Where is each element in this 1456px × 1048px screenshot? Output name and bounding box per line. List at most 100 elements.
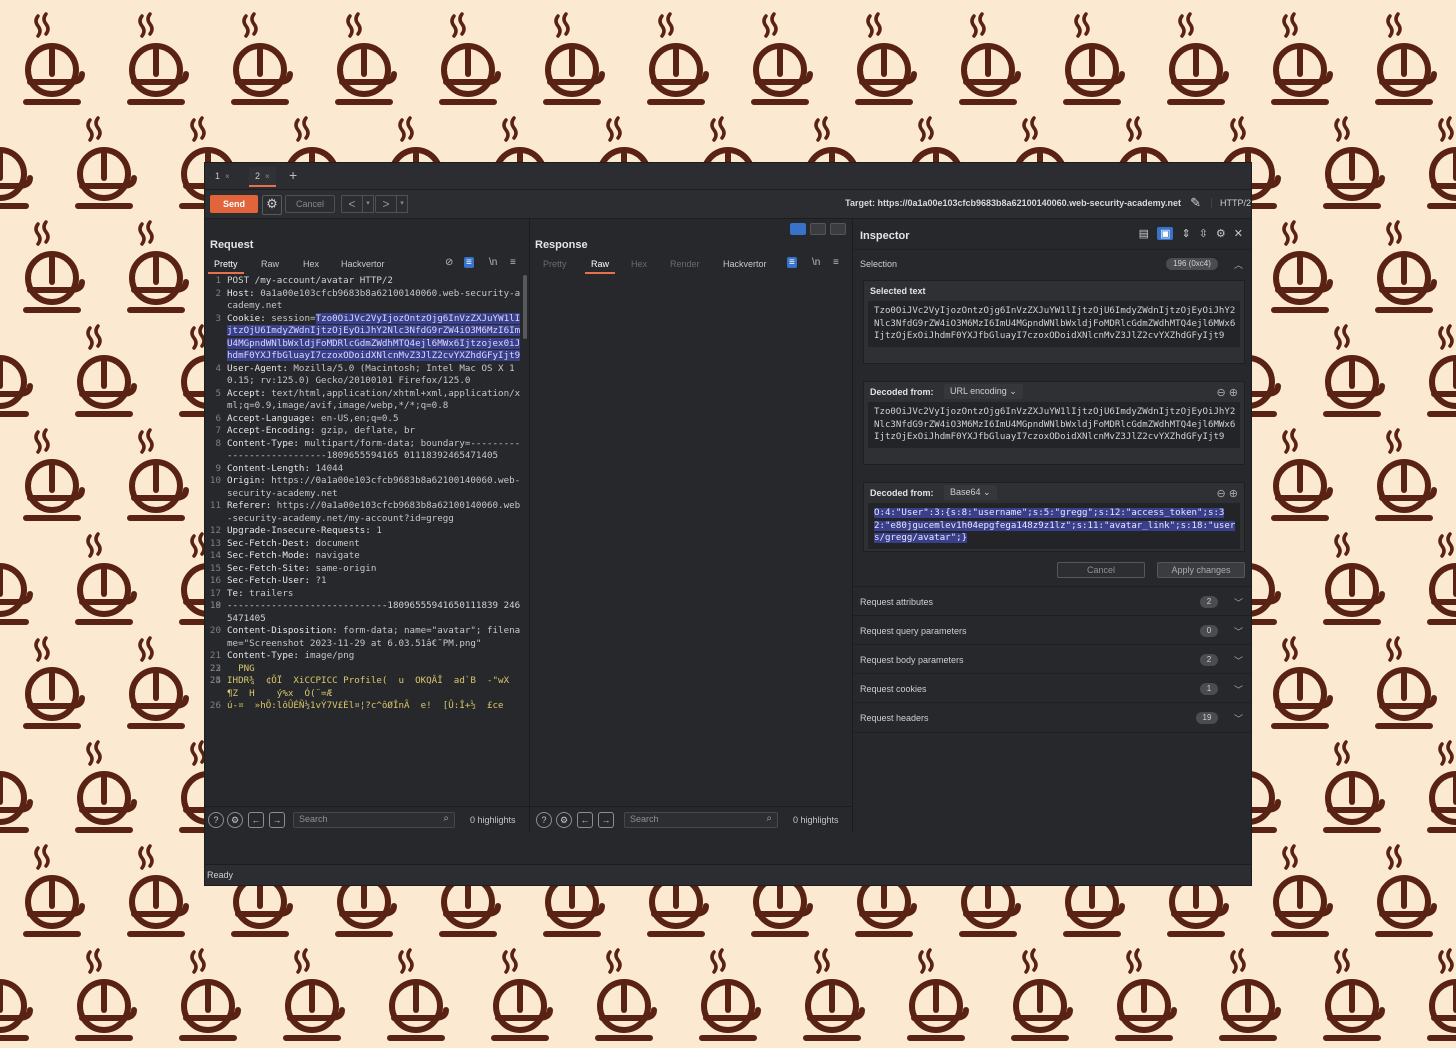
newline-toggle[interactable]: \n <box>812 257 820 268</box>
section-request-query-parameters[interactable]: Request query parameters 0 ﹀ <box>853 615 1251 645</box>
chevron-down-icon[interactable]: ﹀ <box>1234 712 1243 725</box>
editor-line: 25 IHDR¾ ¢ÕÏ XiCCPICC Profile( u OKQÂÎ ad… <box>205 675 521 700</box>
wrap-lines-icon[interactable]: ≡ <box>464 257 474 268</box>
search-icon: ⌕ <box>443 813 449 824</box>
close-icon[interactable]: × <box>225 172 230 181</box>
inspector-tools: ▤ ▣ ⇕ ⇳ ⚙ ✕ <box>1131 227 1243 240</box>
section-request-attributes[interactable]: Request attributes 2 ﹀ <box>853 586 1251 616</box>
close-icon[interactable]: × <box>265 172 270 181</box>
close-icon[interactable]: ✕ <box>1234 227 1243 240</box>
section-request-cookies[interactable]: Request cookies 1 ﹀ <box>853 673 1251 703</box>
edit-target-icon[interactable]: ✎ <box>1190 195 1201 211</box>
tab-label: 1 <box>215 171 221 181</box>
menu-icon[interactable]: ≡ <box>833 257 839 268</box>
decoding-select[interactable]: Base64 ⌄ <box>944 485 997 500</box>
layout-tabs-icon[interactable] <box>830 223 846 235</box>
tab-hackvertor[interactable]: Hackvertor <box>723 259 767 269</box>
chevron-down-icon[interactable]: ﹀ <box>1234 654 1243 667</box>
menu-icon[interactable]: ≡ <box>510 257 516 268</box>
editor-line: 5 Accept: text/html,application/xhtml+xml… <box>205 388 521 413</box>
header-name: Referer: <box>227 500 272 511</box>
newline-toggle[interactable]: \n <box>489 257 497 268</box>
chevron-up-icon[interactable]: ︿ <box>1234 258 1243 271</box>
request-editor[interactable]: 1 POST /my-account/avatar HTTP/2 2 Host: 0a… <box>205 275 521 830</box>
tab-hex[interactable]: Hex <box>631 259 647 269</box>
arrow-left-icon[interactable]: ← <box>248 812 264 828</box>
arrow-right-icon[interactable]: → <box>269 812 285 828</box>
search-input[interactable]: Search ⌕ <box>293 812 455 828</box>
hide-icon[interactable]: ⊘ <box>445 257 453 268</box>
line-number: 21 <box>209 650 221 661</box>
apply-changes-button[interactable]: Apply changes <box>1157 562 1245 578</box>
scrollbar[interactable] <box>523 275 527 339</box>
gear-icon[interactable]: ⚙ <box>556 812 572 828</box>
coffee-cup-icon <box>702 950 758 1038</box>
http-version[interactable]: HTTP/2 <box>1210 198 1251 208</box>
editor-line: 13 Sec-Fetch-Dest: document <box>205 538 521 551</box>
search-input[interactable]: Search ⌕ <box>624 812 778 828</box>
arrow-left-icon[interactable]: ← <box>577 812 593 828</box>
editor-line: 20 Content-Disposition: form-data; name="… <box>205 625 521 650</box>
editor-line: 14 Sec-Fetch-Mode: navigate <box>205 550 521 563</box>
help-icon[interactable]: ? <box>208 812 224 828</box>
selection-row[interactable]: Selection 196 (0xc4) ︿ <box>853 249 1251 276</box>
coffee-cup-icon <box>1274 638 1330 726</box>
tab-raw[interactable]: Raw <box>261 259 279 269</box>
gear-icon[interactable]: ⚙ <box>262 195 282 215</box>
coffee-cup-icon <box>286 950 342 1038</box>
card-actions: ⊖ ⊕ <box>1217 386 1239 399</box>
add-icon[interactable]: ⊕ <box>1229 488 1238 500</box>
expand-all-icon[interactable]: ⇕ <box>1181 227 1190 240</box>
coffee-cup-icon <box>1326 118 1382 206</box>
tab-hackvertor[interactable]: Hackvertor <box>341 259 385 269</box>
chevron-down-icon[interactable]: ﹀ <box>1234 683 1243 696</box>
line-number: 16 <box>209 575 221 586</box>
section-request-body-parameters[interactable]: Request body parameters 2 ﹀ <box>853 644 1251 674</box>
decoded-base64-value[interactable]: O:4:"User":3:{s:8:"username";s:5:"gregg"… <box>868 503 1240 549</box>
repeater-tab-2[interactable]: 2 × <box>249 167 276 187</box>
editor-line: 8 Content-Type: multipart/form-data; boun… <box>205 438 521 463</box>
chevron-down-icon[interactable]: ﹀ <box>1234 625 1243 638</box>
tab-raw[interactable]: Raw <box>584 259 616 274</box>
back-button[interactable]: < <box>341 195 363 213</box>
selected-text-value[interactable]: Tzo0OiJVc2VyIjozOntzOjg6InVzZXJuYW1lIjtz… <box>868 301 1240 347</box>
chevron-down-icon[interactable]: ﹀ <box>1234 596 1243 609</box>
send-button[interactable]: Send <box>210 195 258 213</box>
chevron-down-icon[interactable]: ▾ <box>396 195 408 213</box>
coffee-cup-icon <box>1430 118 1456 206</box>
gear-icon[interactable]: ⚙ <box>1216 227 1226 240</box>
repeater-tab-1[interactable]: 1 × <box>209 167 236 185</box>
add-icon[interactable]: ⊕ <box>1229 387 1238 399</box>
layout-active-icon[interactable]: ▣ <box>1157 227 1174 240</box>
gear-icon[interactable]: ⚙ <box>227 812 243 828</box>
add-tab-button[interactable]: + <box>289 167 297 183</box>
remove-icon[interactable]: ⊖ <box>1217 387 1226 399</box>
layout-split-icon[interactable] <box>790 223 806 235</box>
header-name: Content-Disposition: <box>227 625 338 636</box>
coffee-cup-icon <box>130 638 186 726</box>
wrap-lines-icon[interactable]: ≡ <box>787 257 797 268</box>
header-name: Content-Length: <box>227 462 310 474</box>
arrow-right-icon[interactable]: → <box>598 812 614 828</box>
tab-hex[interactable]: Hex <box>303 259 319 269</box>
coffee-cup-icon <box>1326 742 1382 830</box>
decoding-select[interactable]: URL encoding ⌄ <box>944 384 1023 399</box>
remove-icon[interactable]: ⊖ <box>1217 488 1226 500</box>
tab-pretty[interactable]: Pretty <box>208 259 243 274</box>
decoded-url-value[interactable]: Tzo0OiJVc2VyIjozOntzOjg6InVzZXJuYW1lIjtz… <box>868 402 1240 448</box>
section-request-headers[interactable]: Request headers 19 ﹀ <box>853 702 1251 733</box>
collapse-all-icon[interactable]: ⇳ <box>1199 227 1208 240</box>
help-icon[interactable]: ? <box>536 812 552 828</box>
forward-button[interactable]: > <box>375 195 397 213</box>
line-number: 3 <box>215 312 221 324</box>
coffee-cup-icon <box>1326 950 1382 1038</box>
cancel-changes-button[interactable]: Cancel <box>1057 562 1145 578</box>
layout-horizontal-icon[interactable] <box>810 223 826 235</box>
cancel-button[interactable]: Cancel <box>285 195 335 213</box>
decoded-url-card: Decoded from: URL encoding ⌄ ⊖ ⊕ Tzo0OiJ… <box>863 381 1245 465</box>
tab-render[interactable]: Render <box>670 259 700 269</box>
line-text: -----------------------------18096555941… <box>227 600 521 624</box>
chevron-down-icon[interactable]: ▾ <box>362 195 374 213</box>
layout-icon[interactable]: ▤ <box>1139 227 1149 240</box>
tab-pretty[interactable]: Pretty <box>543 259 567 269</box>
